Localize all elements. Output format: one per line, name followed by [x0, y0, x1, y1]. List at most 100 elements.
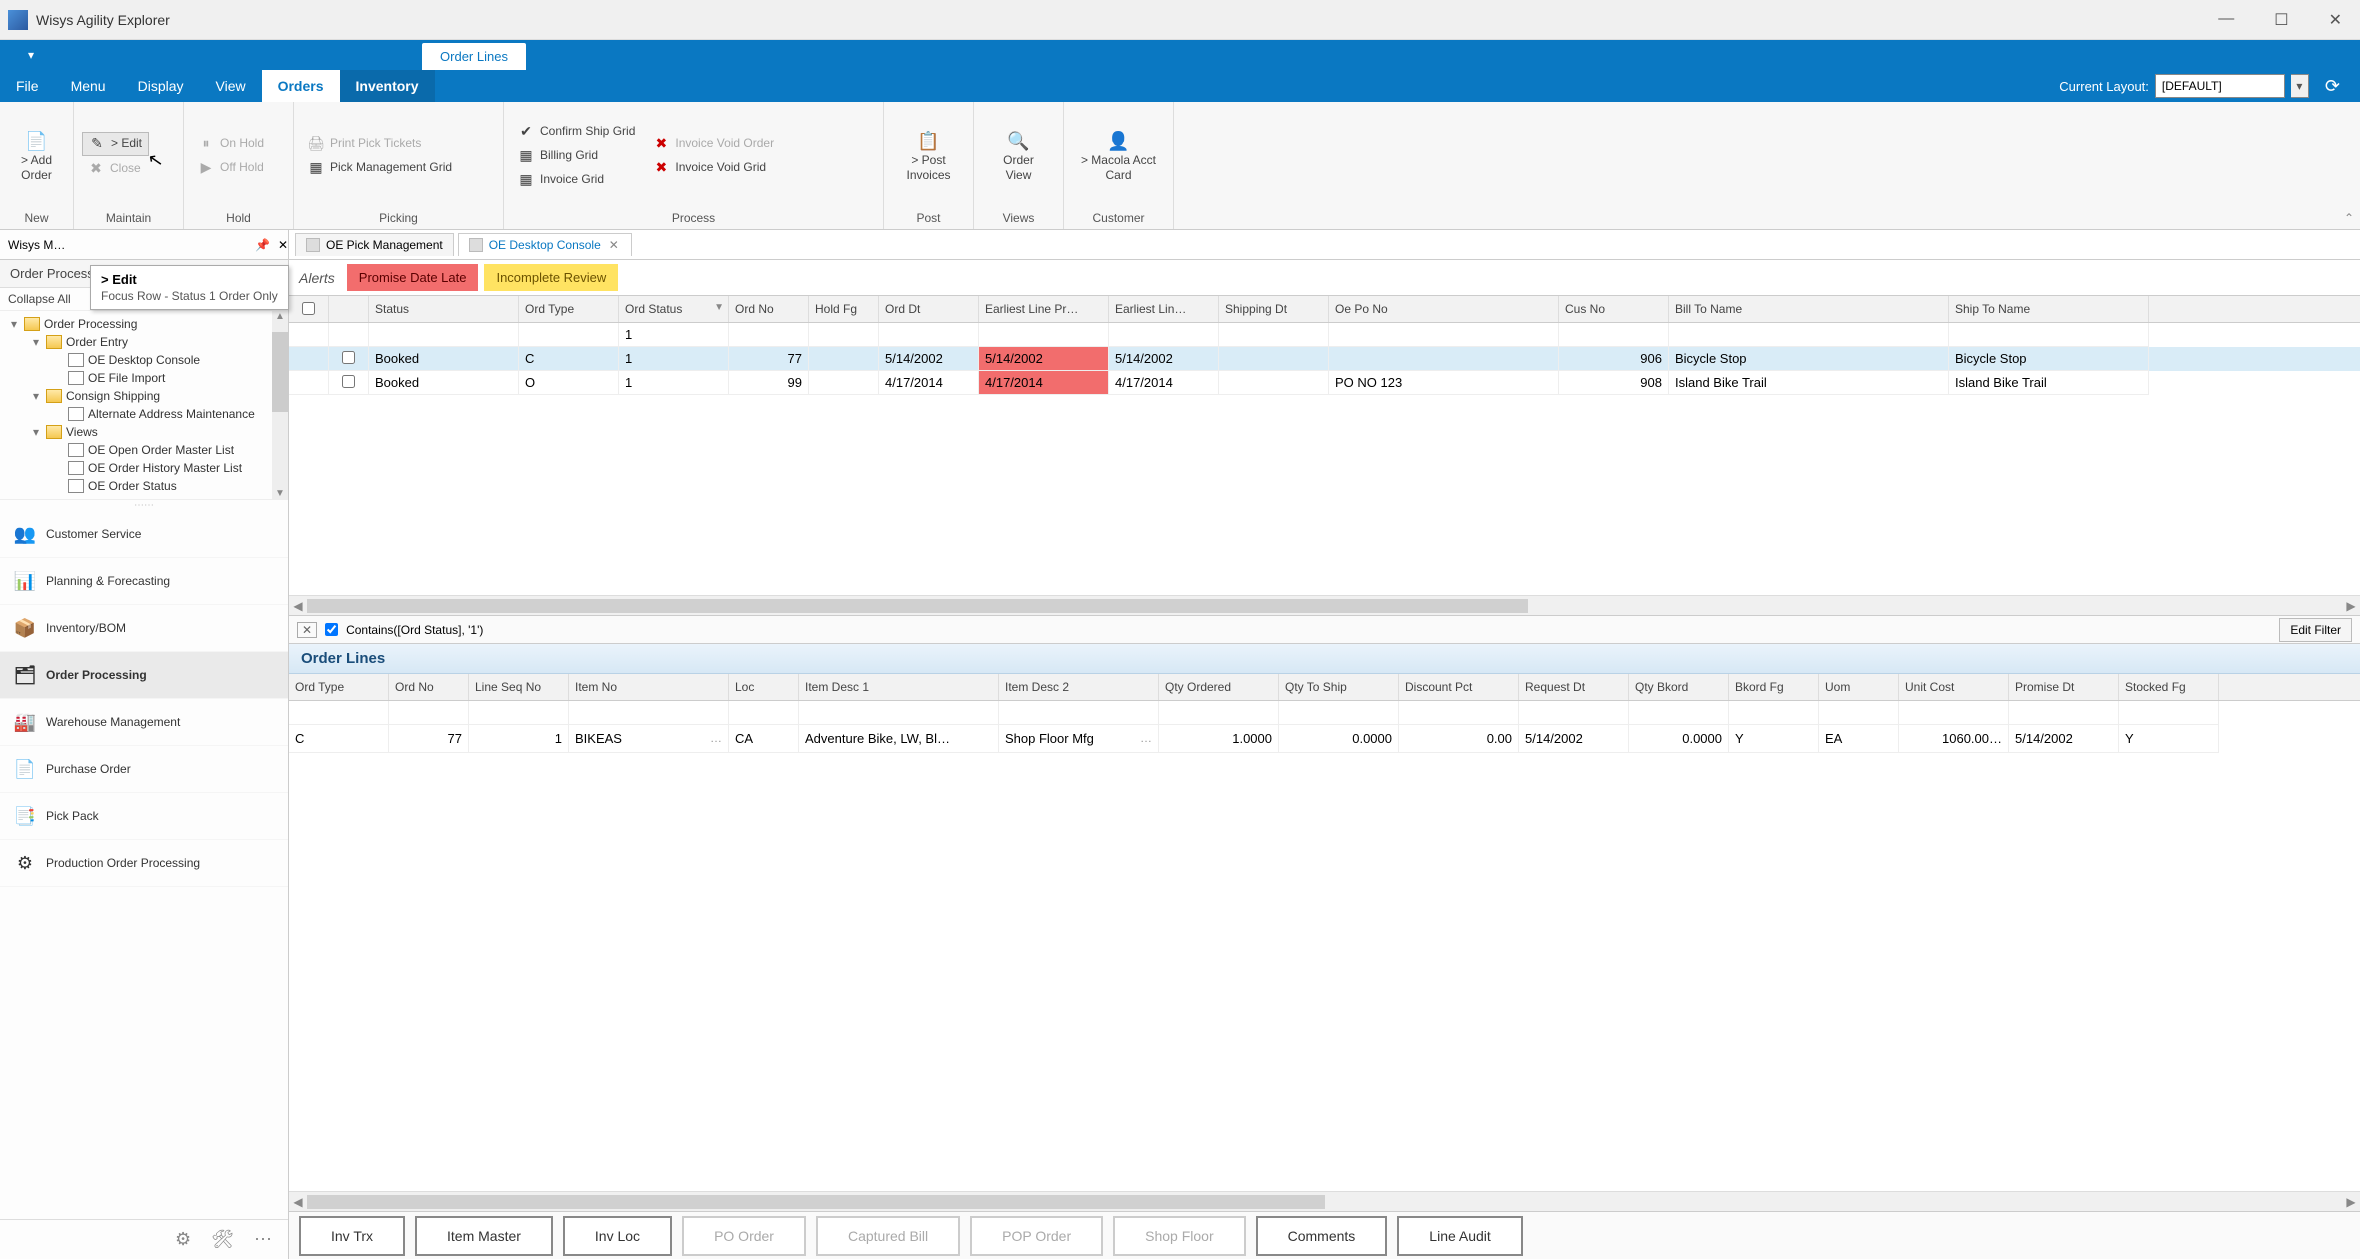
tree-item[interactable]: ▾Order Entry [0, 333, 288, 351]
column-header[interactable]: Qty To Ship [1279, 674, 1399, 700]
column-header[interactable]: Ord Type [519, 296, 619, 322]
doctab-oe-pick-management[interactable]: OE Pick Management [295, 233, 454, 256]
billing-grid-button[interactable]: ▦Billing Grid [512, 145, 641, 167]
filter-cell[interactable] [1219, 323, 1329, 347]
nav-order-processing[interactable]: 🗂Order Processing [0, 652, 288, 699]
tree-item[interactable]: OE Order History Master List [0, 459, 288, 477]
pin-icon[interactable]: 📌 [255, 238, 270, 252]
column-header[interactable]: Promise Dt [2009, 674, 2119, 700]
detail-button-inv-trx[interactable]: Inv Trx [299, 1216, 405, 1256]
filter-cell[interactable] [2009, 701, 2119, 725]
column-header[interactable]: Ord No [729, 296, 809, 322]
footer-tools-icon[interactable]: 🛠 [211, 1229, 234, 1250]
filter-cell[interactable]: 1 [619, 323, 729, 347]
tree-item[interactable]: OE File Import [0, 369, 288, 387]
doctab-oe-desktop-console[interactable]: OE Desktop Console✕ [458, 233, 632, 256]
column-header[interactable]: Ord Type [289, 674, 389, 700]
menu-menu[interactable]: Menu [55, 70, 122, 102]
nav-planning-forecasting[interactable]: 📊Planning & Forecasting [0, 558, 288, 605]
lines-hscroll[interactable]: ◀▶ [289, 1191, 2360, 1211]
tree-item[interactable]: ▾Consign Shipping [0, 387, 288, 405]
order-view-button[interactable]: 🔍Order View [982, 125, 1055, 186]
menu-orders[interactable]: Orders [262, 70, 340, 102]
filter-cell[interactable] [1519, 701, 1629, 725]
filter-cell[interactable] [979, 323, 1109, 347]
order-lines-grid[interactable]: Ord TypeOrd NoLine Seq NoItem NoLocItem … [289, 674, 2360, 753]
close-order-button[interactable]: ✖ Close [82, 158, 149, 180]
column-header[interactable]: Ord Status▼ [619, 296, 729, 322]
column-header[interactable] [329, 296, 369, 322]
tree-item[interactable]: Alternate Address Maintenance [0, 405, 288, 423]
on-hold-button[interactable]: ⏸On Hold [192, 133, 270, 155]
maximize-icon[interactable]: ☐ [2274, 10, 2288, 30]
detail-button-item-master[interactable]: Item Master [415, 1216, 553, 1256]
filter-cell[interactable] [999, 701, 1159, 725]
tree-item[interactable]: ▾Views [0, 423, 288, 441]
nav-customer-service[interactable]: 👥Customer Service [0, 511, 288, 558]
tree-item[interactable]: OE Open Order Master List [0, 441, 288, 459]
print-pick-button[interactable]: 🖨Print Pick Tickets [302, 133, 458, 155]
nav-purchase-order[interactable]: 📄Purchase Order [0, 746, 288, 793]
tree-item[interactable]: OE Order Status [0, 477, 288, 495]
filter-cell[interactable] [1899, 701, 2009, 725]
panel-close-icon[interactable]: ✕ [278, 238, 288, 252]
filter-cell[interactable] [369, 323, 519, 347]
column-header[interactable]: Status [369, 296, 519, 322]
menu-view[interactable]: View [200, 70, 262, 102]
table-row[interactable]: BookedC1775/14/20025/14/20025/14/2002906… [289, 347, 2360, 371]
filter-cell[interactable] [1819, 701, 1899, 725]
column-header[interactable]: Discount Pct [1399, 674, 1519, 700]
detail-button-comments[interactable]: Comments [1256, 1216, 1388, 1256]
layout-dropdown-icon[interactable]: ▾ [2291, 74, 2309, 98]
column-header[interactable]: Request Dt [1519, 674, 1629, 700]
footer-gear-icon[interactable]: ⚙ [175, 1229, 191, 1250]
column-header[interactable]: Earliest Line Pr… [979, 296, 1109, 322]
contextual-tab-order-lines[interactable]: Order Lines [422, 43, 526, 70]
nav-production-order-processing[interactable]: ⚙Production Order Processing [0, 840, 288, 887]
grid-hscroll[interactable]: ◀▶ [289, 595, 2360, 615]
layout-select[interactable]: [DEFAULT] [2155, 74, 2285, 98]
filter-cell[interactable] [729, 323, 809, 347]
menu-file[interactable]: File [0, 70, 55, 102]
filter-cell[interactable] [1329, 323, 1559, 347]
row-checkbox[interactable] [342, 351, 355, 364]
filter-cell[interactable] [1159, 701, 1279, 725]
column-header[interactable]: Ship To Name [1949, 296, 2149, 322]
filter-cell[interactable] [1629, 701, 1729, 725]
detail-button-inv-loc[interactable]: Inv Loc [563, 1216, 672, 1256]
detail-button-captured-bill[interactable]: Captured Bill [816, 1216, 960, 1256]
filter-cell[interactable] [2119, 701, 2219, 725]
alert-pill[interactable]: Promise Date Late [347, 264, 479, 291]
confirm-ship-button[interactable]: ✔Confirm Ship Grid [512, 121, 641, 143]
refresh-icon[interactable]: ⟳ [2315, 76, 2350, 97]
pick-mgmt-grid-button[interactable]: ▦Pick Management Grid [302, 157, 458, 179]
invoice-grid-button[interactable]: ▦Invoice Grid [512, 169, 641, 191]
filter-cell[interactable] [569, 701, 729, 725]
column-header[interactable]: Line Seq No [469, 674, 569, 700]
filter-cell[interactable] [799, 701, 999, 725]
filter-cell[interactable] [809, 323, 879, 347]
column-header[interactable]: Unit Cost [1899, 674, 2009, 700]
menu-inventory[interactable]: Inventory [340, 70, 435, 102]
minimize-icon[interactable]: — [2218, 10, 2234, 30]
invoice-void-grid-button[interactable]: ✖Invoice Void Grid [647, 157, 780, 179]
table-row[interactable]: BookedO1994/17/20144/17/20144/17/2014PO … [289, 371, 2360, 395]
detail-button-shop-floor[interactable]: Shop Floor [1113, 1216, 1245, 1256]
filter-cell[interactable] [389, 701, 469, 725]
close-icon[interactable]: ✕ [2329, 10, 2342, 30]
filter-cell[interactable] [1729, 701, 1819, 725]
clear-filter-icon[interactable]: ✕ [297, 622, 317, 638]
quick-access-dropdown-icon[interactable]: ▾ [20, 44, 42, 66]
column-header[interactable]: Cus No [1559, 296, 1669, 322]
filter-cell[interactable] [1109, 323, 1219, 347]
nav-inventory-bom[interactable]: 📦Inventory/BOM [0, 605, 288, 652]
filter-cell[interactable] [289, 323, 329, 347]
column-header[interactable]: Qty Ordered [1159, 674, 1279, 700]
column-header[interactable]: Stocked Fg [2119, 674, 2219, 700]
invoice-void-order-button[interactable]: ✖Invoice Void Order [647, 133, 780, 155]
select-all-checkbox[interactable] [302, 302, 315, 315]
column-header[interactable]: Ord No [389, 674, 469, 700]
tree-scrollbar[interactable]: ▲▼ [272, 311, 288, 499]
filter-cell[interactable] [289, 701, 389, 725]
post-invoices-button[interactable]: 📋> Post Invoices [892, 125, 965, 186]
